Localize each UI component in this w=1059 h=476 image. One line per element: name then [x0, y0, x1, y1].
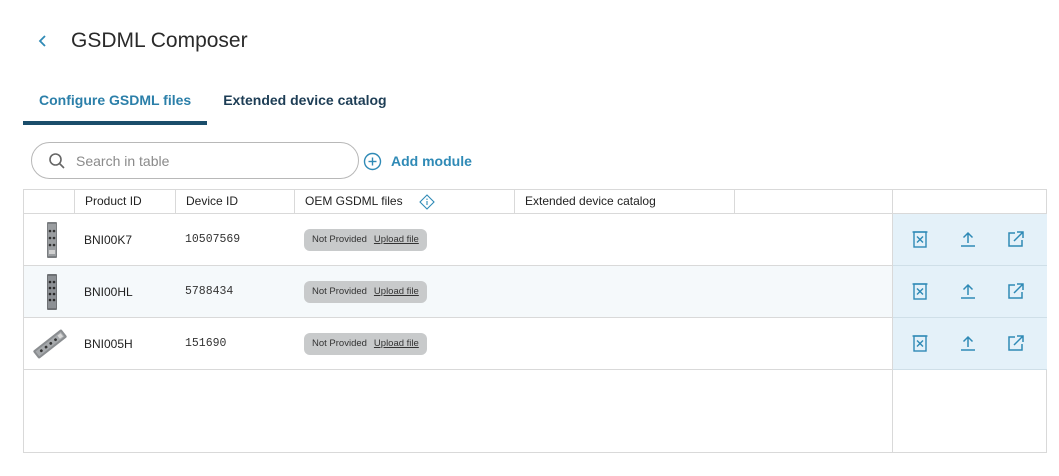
upload-icon — [961, 231, 975, 247]
device-id: 151690 — [185, 337, 227, 350]
upload-button[interactable] — [958, 333, 978, 353]
device-id: 10507569 — [185, 233, 241, 246]
row-actions-panel — [892, 190, 1047, 452]
upload-file-link[interactable]: Upload file — [374, 338, 419, 349]
tab-bar: Configure GSDML files Extended device ca… — [23, 88, 403, 125]
page-header: GSDML Composer — [30, 26, 248, 56]
tab-extended-device-catalog[interactable]: Extended device catalog — [207, 88, 402, 125]
delete-icon — [912, 335, 928, 352]
column-header-device-id[interactable]: Device ID — [175, 190, 295, 213]
add-module-button[interactable]: Add module — [363, 149, 472, 173]
delete-icon — [912, 231, 928, 248]
oem-gsdml-cell: Not Provided Upload file — [304, 214, 427, 265]
open-external-button[interactable] — [1006, 229, 1026, 249]
open-external-icon — [1008, 335, 1024, 351]
oem-status-text: Not Provided — [312, 286, 367, 297]
back-button[interactable] — [30, 26, 56, 56]
row-actions — [893, 318, 1047, 370]
search-input[interactable] — [76, 152, 336, 169]
device-thumbnail-icon — [32, 218, 72, 262]
delete-button[interactable] — [910, 229, 930, 249]
open-external-icon — [1008, 283, 1024, 299]
product-id: BNI00K7 — [84, 232, 133, 247]
open-external-button[interactable] — [1006, 333, 1026, 353]
product-image — [32, 266, 72, 317]
upload-file-link[interactable]: Upload file — [374, 286, 419, 297]
column-header-image — [24, 190, 74, 213]
column-header-oem-label: OEM GSDML files — [305, 194, 403, 208]
modules-table: Product ID Device ID OEM GSDML files Ext… — [23, 189, 1047, 453]
plus-circle-icon — [363, 152, 382, 170]
oem-status-text: Not Provided — [312, 234, 367, 245]
delete-button[interactable] — [910, 333, 930, 353]
open-external-button[interactable] — [1006, 281, 1026, 301]
product-image — [30, 318, 74, 369]
device-thumbnail-icon — [32, 270, 72, 314]
column-header-product-id[interactable]: Product ID — [74, 190, 175, 213]
device-id: 5788434 — [185, 285, 234, 298]
oem-status-pill: Not Provided Upload file — [304, 332, 427, 355]
delete-icon — [912, 283, 928, 300]
delete-button[interactable] — [910, 281, 930, 301]
add-module-label: Add module — [391, 153, 472, 169]
upload-button[interactable] — [958, 229, 978, 249]
upload-file-link[interactable]: Upload file — [374, 234, 419, 245]
oem-status-pill: Not Provided Upload file — [304, 280, 427, 303]
product-image — [32, 214, 72, 265]
search-icon — [49, 152, 65, 169]
page-title: GSDML Composer — [71, 29, 248, 52]
upload-icon — [961, 335, 975, 351]
upload-icon — [961, 283, 975, 299]
oem-status-text: Not Provided — [312, 338, 367, 349]
device-thumbnail-icon — [30, 322, 70, 366]
oem-status-pill: Not Provided Upload file — [304, 228, 427, 251]
oem-gsdml-cell: Not Provided Upload file — [304, 266, 427, 317]
upload-button[interactable] — [958, 281, 978, 301]
chevron-left-icon — [38, 35, 46, 47]
info-icon[interactable] — [418, 193, 435, 210]
column-header-oem-gsdml-files[interactable]: OEM GSDML files — [294, 190, 515, 213]
open-external-icon — [1008, 231, 1024, 247]
search-box — [31, 142, 359, 179]
product-id: BNI00HL — [84, 284, 133, 299]
oem-gsdml-cell: Not Provided Upload file — [304, 318, 427, 369]
row-actions — [893, 214, 1047, 266]
column-header-spacer — [734, 190, 892, 213]
row-actions — [893, 266, 1047, 318]
product-id: BNI005H — [84, 336, 133, 351]
tab-configure-gsdml-files[interactable]: Configure GSDML files — [23, 88, 208, 125]
column-header-extended-device-catalog[interactable]: Extended device catalog — [514, 190, 735, 213]
